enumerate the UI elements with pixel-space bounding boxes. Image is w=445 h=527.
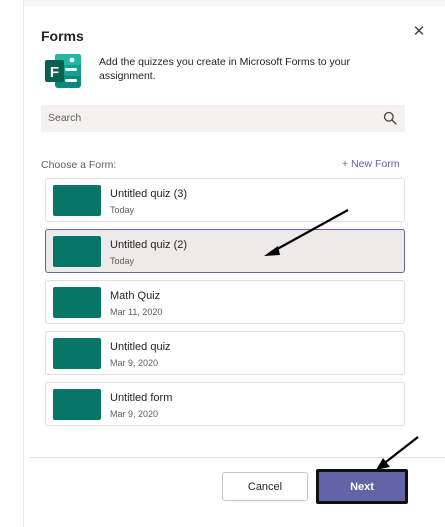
form-date: Today <box>110 256 135 266</box>
form-name: Untitled quiz <box>110 341 171 353</box>
form-list-item[interactable]: Untitled quiz (2) Today <box>45 229 405 273</box>
form-name: Untitled form <box>110 392 173 404</box>
forms-logo-letter: F <box>50 64 59 81</box>
form-date: Today <box>110 205 135 215</box>
form-date: Mar 11, 2020 <box>110 307 163 317</box>
form-name: Untitled quiz (3) <box>110 188 188 200</box>
form-date: Mar 9, 2020 <box>110 409 159 419</box>
form-thumbnail <box>53 389 101 420</box>
search-placeholder: Search <box>48 112 82 124</box>
next-button[interactable]: Next <box>316 469 408 504</box>
form-thumbnail <box>53 185 101 216</box>
new-form-link[interactable]: + New Form <box>342 158 399 170</box>
search-input[interactable]: Search <box>41 105 405 132</box>
form-list-item[interactable]: Math Quiz Mar 11, 2020 <box>45 280 405 324</box>
form-thumbnail <box>53 287 101 318</box>
forms-dialog: Forms ✕ F Add the quizzes you create in … <box>24 6 445 527</box>
dialog-title: Forms <box>41 28 84 44</box>
close-icon[interactable]: ✕ <box>411 24 427 40</box>
form-date: Mar 9, 2020 <box>110 358 159 368</box>
form-list-item[interactable]: Untitled quiz Mar 9, 2020 <box>45 331 405 375</box>
form-list-item[interactable]: Untitled quiz (3) Today <box>45 178 405 222</box>
form-name: Math Quiz <box>110 290 161 302</box>
form-name: Untitled quiz (2) <box>110 239 188 251</box>
form-thumbnail <box>53 338 101 369</box>
search-icon[interactable] <box>383 111 397 125</box>
microsoft-forms-logo-icon: F <box>45 54 81 88</box>
dialog-description: Add the quizzes you create in Microsoft … <box>99 56 350 82</box>
choose-form-label: Choose a Form: <box>41 159 117 171</box>
form-thumbnail <box>53 236 101 267</box>
form-list-item[interactable]: Untitled form Mar 9, 2020 <box>45 382 405 426</box>
cancel-button[interactable]: Cancel <box>222 472 308 501</box>
footer-divider <box>30 457 445 458</box>
backdrop-left-edge <box>0 0 24 527</box>
